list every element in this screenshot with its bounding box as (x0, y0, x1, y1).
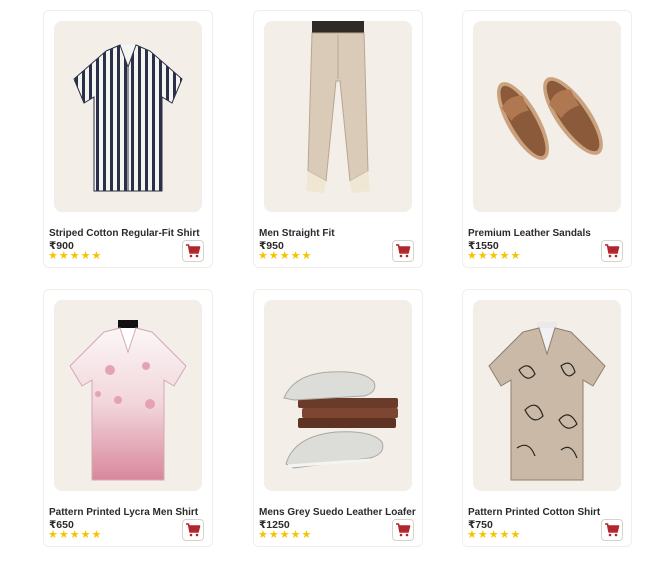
product-card[interactable]: Mens Grey Suedo Leather Loafer ₹1250 ★ ★… (253, 289, 423, 547)
rating-stars: ★ ★ ★ ★ ★ (48, 530, 101, 541)
rating-stars: ★ ★ ★ ★ ★ (467, 251, 520, 262)
floral-shirt-icon (69, 320, 187, 481)
star-icon: ★ (69, 250, 80, 262)
add-to-cart-button[interactable] (182, 240, 204, 262)
star-icon: ★ (467, 529, 477, 541)
product-image[interactable] (264, 300, 412, 491)
loafers-icon (283, 371, 398, 469)
star-icon: ★ (467, 250, 477, 262)
product-title[interactable]: Striped Cotton Regular-Fit Shirt (49, 228, 209, 239)
sandals-icon (497, 77, 603, 160)
cart-icon (396, 244, 411, 258)
product-title[interactable]: Pattern Printed Lycra Men Shirt (49, 507, 209, 518)
product-title[interactable]: Premium Leather Sandals (468, 228, 628, 239)
star-icon: ★ (58, 250, 69, 262)
star-icon: ★ (258, 250, 268, 262)
star-icon: ★ (477, 250, 488, 262)
star-icon: ★ (279, 529, 290, 541)
cart-icon (396, 523, 411, 537)
star-icon: ★ (69, 529, 80, 541)
star-icon: ★ (91, 529, 102, 541)
star-icon: ★ (488, 529, 499, 541)
star-icon: ★ (258, 529, 268, 541)
star-icon: ★ (80, 250, 91, 262)
product-image[interactable] (264, 21, 412, 212)
star-icon: ★ (80, 529, 91, 541)
rating-stars: ★ ★ ★ ★ ★ (48, 251, 101, 262)
star-icon: ★ (510, 250, 521, 262)
rating-stars: ★ ★ ★ ★ ★ (258, 530, 311, 541)
rating-stars: ★ ★ ★ ★ ★ (258, 251, 311, 262)
star-icon: ★ (279, 250, 290, 262)
star-icon: ★ (268, 250, 279, 262)
product-image[interactable] (54, 300, 202, 491)
star-icon: ★ (499, 250, 510, 262)
product-title[interactable]: Men Straight Fit (259, 228, 419, 239)
star-icon: ★ (488, 250, 499, 262)
star-icon: ★ (477, 529, 488, 541)
rating-stars: ★ ★ ★ ★ ★ (467, 530, 520, 541)
product-card[interactable]: Men Straight Fit ₹950 ★ ★ ★ ★ ★ (253, 10, 423, 268)
star-icon: ★ (58, 529, 69, 541)
cart-icon (605, 244, 620, 258)
product-card[interactable]: Premium Leather Sandals ₹1550 ★ ★ ★ ★ ★ (462, 10, 632, 268)
cart-icon (605, 523, 620, 537)
cart-icon (186, 523, 201, 537)
printed-shirt-icon (488, 322, 606, 481)
add-to-cart-button[interactable] (392, 519, 414, 541)
star-icon: ★ (499, 529, 510, 541)
star-icon: ★ (301, 529, 312, 541)
add-to-cart-button[interactable] (182, 519, 204, 541)
star-icon: ★ (510, 529, 521, 541)
product-title[interactable]: Pattern Printed Cotton Shirt (468, 507, 628, 518)
star-icon: ★ (301, 250, 312, 262)
star-icon: ★ (91, 250, 102, 262)
product-card[interactable]: Pattern Printed Lycra Men Shirt ₹650 ★ ★… (43, 289, 213, 547)
product-image[interactable] (473, 21, 621, 212)
star-icon: ★ (48, 529, 58, 541)
product-card[interactable]: Pattern Printed Cotton Shirt ₹750 ★ ★ ★ … (462, 289, 632, 547)
product-card[interactable]: Striped Cotton Regular-Fit Shirt ₹900 ★ … (43, 10, 213, 268)
product-image[interactable] (54, 21, 202, 212)
star-icon: ★ (48, 250, 58, 262)
star-icon: ★ (268, 529, 279, 541)
star-icon: ★ (290, 250, 301, 262)
add-to-cart-button[interactable] (601, 240, 623, 262)
product-grid: Striped Cotton Regular-Fit Shirt ₹900 ★ … (0, 0, 653, 569)
striped-shirt-icon (73, 44, 183, 192)
product-title[interactable]: Mens Grey Suedo Leather Loafer (259, 507, 419, 518)
add-to-cart-button[interactable] (392, 240, 414, 262)
add-to-cart-button[interactable] (601, 519, 623, 541)
trousers-icon (306, 21, 370, 193)
star-icon: ★ (290, 529, 301, 541)
product-image[interactable] (473, 300, 621, 491)
cart-icon (186, 244, 201, 258)
